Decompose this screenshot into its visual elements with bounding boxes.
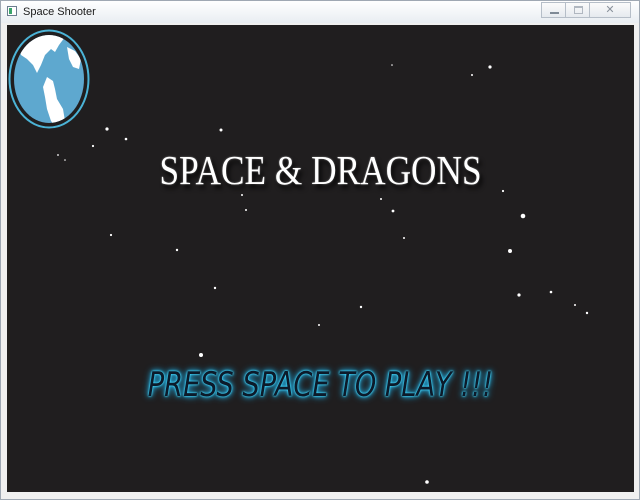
star bbox=[241, 194, 243, 196]
earth-globe-icon bbox=[8, 29, 90, 129]
star bbox=[517, 293, 521, 297]
maximize-icon bbox=[574, 6, 583, 14]
title-bar[interactable]: Space Shooter ✕ bbox=[1, 1, 639, 23]
star bbox=[391, 64, 393, 66]
star bbox=[520, 213, 526, 219]
star bbox=[549, 290, 553, 294]
star bbox=[219, 128, 223, 132]
star bbox=[585, 311, 589, 315]
star bbox=[508, 249, 512, 253]
star bbox=[318, 324, 320, 326]
window-title: Space Shooter bbox=[23, 6, 96, 18]
star bbox=[574, 304, 576, 306]
star bbox=[380, 198, 382, 200]
starfield bbox=[57, 64, 589, 484]
window-controls: ✕ bbox=[541, 2, 631, 18]
star bbox=[359, 305, 363, 309]
star bbox=[391, 209, 395, 213]
app-icon bbox=[7, 6, 17, 16]
game-canvas[interactable]: SPACE & DRAGONS PRESS SPACE TO PLAY !!! bbox=[7, 25, 634, 492]
star bbox=[403, 237, 405, 239]
close-icon: ✕ bbox=[605, 3, 615, 16]
app-window: Space Shooter ✕ SPACE & DRAGONS PRESS SP… bbox=[0, 0, 640, 500]
star bbox=[425, 480, 429, 484]
star bbox=[105, 127, 109, 131]
window-bottom-border bbox=[1, 494, 639, 499]
star bbox=[213, 286, 217, 290]
star bbox=[109, 233, 113, 237]
star bbox=[175, 248, 179, 252]
star bbox=[124, 137, 128, 141]
press-space-prompt: PRESS SPACE TO PLAY !!! bbox=[147, 365, 494, 405]
star bbox=[471, 74, 473, 76]
maximize-button[interactable] bbox=[565, 2, 590, 18]
close-button[interactable]: ✕ bbox=[589, 2, 631, 18]
minimize-button[interactable] bbox=[541, 2, 566, 18]
star bbox=[245, 209, 247, 211]
star bbox=[488, 65, 492, 69]
star bbox=[199, 353, 203, 357]
minimize-icon bbox=[550, 12, 559, 14]
game-title: SPACE & DRAGONS bbox=[159, 147, 482, 193]
